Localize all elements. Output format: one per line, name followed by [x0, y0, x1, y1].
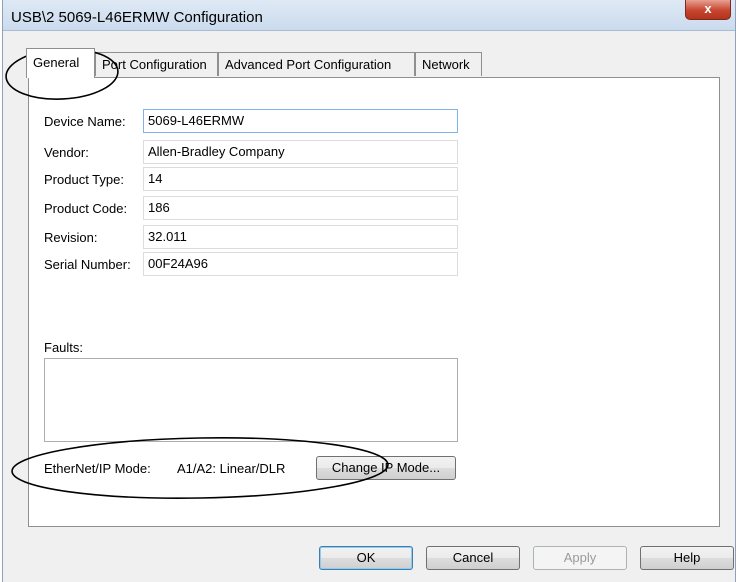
product-code-value: 186: [148, 200, 170, 215]
change-ip-mode-label: Change IP Mode...: [331, 460, 441, 475]
device-name-field[interactable]: 5069-L46ERMW: [143, 109, 458, 133]
help-button[interactable]: Help: [640, 546, 734, 570]
help-button-label: Help: [673, 550, 701, 565]
tab-advanced-port-configuration[interactable]: Advanced Port Configuration: [218, 52, 415, 76]
vendor-field[interactable]: Allen-Bradley Company: [143, 140, 458, 164]
cancel-button-label: Cancel: [452, 550, 494, 565]
tab-general-label: General: [33, 55, 80, 70]
vendor-value: Allen-Bradley Company: [148, 144, 285, 159]
product-type-label: Product Type:: [44, 172, 124, 187]
cancel-button[interactable]: Cancel: [426, 546, 520, 570]
tab-port-configuration-label: Port Configuration: [102, 57, 207, 72]
revision-label: Revision:: [44, 230, 98, 245]
apply-button[interactable]: Apply: [533, 546, 627, 570]
configuration-dialog: USB\2 5069-L46ERMW Configuration x Gener…: [2, 0, 736, 582]
close-button[interactable]: x: [685, 0, 731, 20]
ethernet-ip-mode-label: EtherNet/IP Mode:: [44, 461, 151, 476]
vendor-label: Vendor:: [44, 145, 89, 160]
product-type-value: 14: [148, 171, 163, 186]
product-code-label: Product Code:: [44, 201, 128, 216]
faults-list[interactable]: [44, 358, 458, 442]
tab-port-configuration[interactable]: Port Configuration: [95, 52, 218, 76]
revision-value: 32.011: [148, 229, 187, 244]
ok-button[interactable]: OK: [319, 546, 413, 570]
product-type-field[interactable]: 14: [143, 167, 458, 191]
product-code-field[interactable]: 186: [143, 196, 458, 220]
ethernet-ip-mode-value: A1/A2: Linear/DLR: [177, 461, 286, 476]
serial-number-label: Serial Number:: [44, 257, 131, 272]
close-icon: x: [704, 1, 712, 16]
title-bar: USB\2 5069-L46ERMW Configuration x: [3, 0, 735, 31]
serial-number-field[interactable]: 00F24A96: [143, 252, 458, 276]
tab-network-label: Network: [422, 57, 470, 72]
ok-button-label: OK: [356, 550, 376, 565]
tab-network[interactable]: Network: [415, 52, 482, 76]
apply-button-label: Apply: [563, 550, 597, 565]
change-ip-mode-button[interactable]: Change IP Mode...: [316, 456, 456, 480]
serial-number-value: 00F24A96: [148, 256, 208, 271]
revision-field[interactable]: 32.011: [143, 225, 458, 249]
device-name-value: 5069-L46ERMW: [148, 113, 245, 128]
tab-general[interactable]: General: [26, 48, 95, 78]
faults-label: Faults:: [44, 340, 84, 355]
device-name-label: Device Name:: [44, 114, 126, 129]
tab-advanced-port-configuration-label: Advanced Port Configuration: [225, 57, 392, 72]
window-title: USB\2 5069-L46ERMW Configuration: [11, 9, 263, 26]
